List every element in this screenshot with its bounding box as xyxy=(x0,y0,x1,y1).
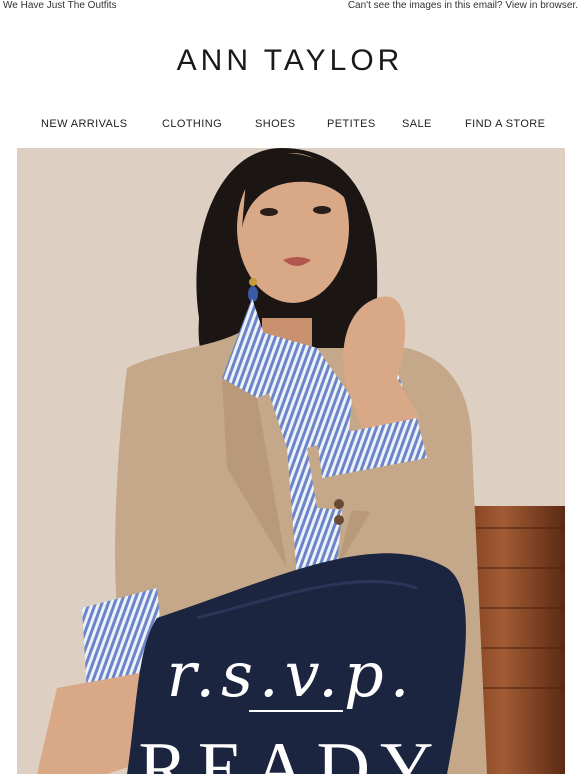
nav-item-sale[interactable]: SALE xyxy=(402,118,432,130)
preheader: We Have Just The Outfits Can't see the i… xyxy=(0,0,580,14)
nav-item-petites[interactable]: PETITES xyxy=(327,118,376,130)
main-nav: NEW ARRIVALS CLOTHING SHOES PETITES SALE… xyxy=(0,118,580,132)
view-in-browser-link[interactable]: Can't see the images in this email? View… xyxy=(348,0,578,11)
nav-item-find-a-store[interactable]: FIND A STORE xyxy=(465,118,545,130)
preheader-text: We Have Just The Outfits xyxy=(3,0,117,11)
hero-banner[interactable]: r.s.v.p. READY xyxy=(17,148,565,774)
hero-headline: READY xyxy=(138,728,444,774)
nav-item-clothing[interactable]: CLOTHING xyxy=(162,118,222,130)
nav-item-shoes[interactable]: SHOES xyxy=(255,118,296,130)
nav-item-new-arrivals[interactable]: NEW ARRIVALS xyxy=(41,118,128,130)
hero-divider xyxy=(249,710,343,712)
hero-script-text: r.s.v.p. xyxy=(166,638,416,711)
brand-logo[interactable]: ANN TAYLOR xyxy=(0,44,580,78)
